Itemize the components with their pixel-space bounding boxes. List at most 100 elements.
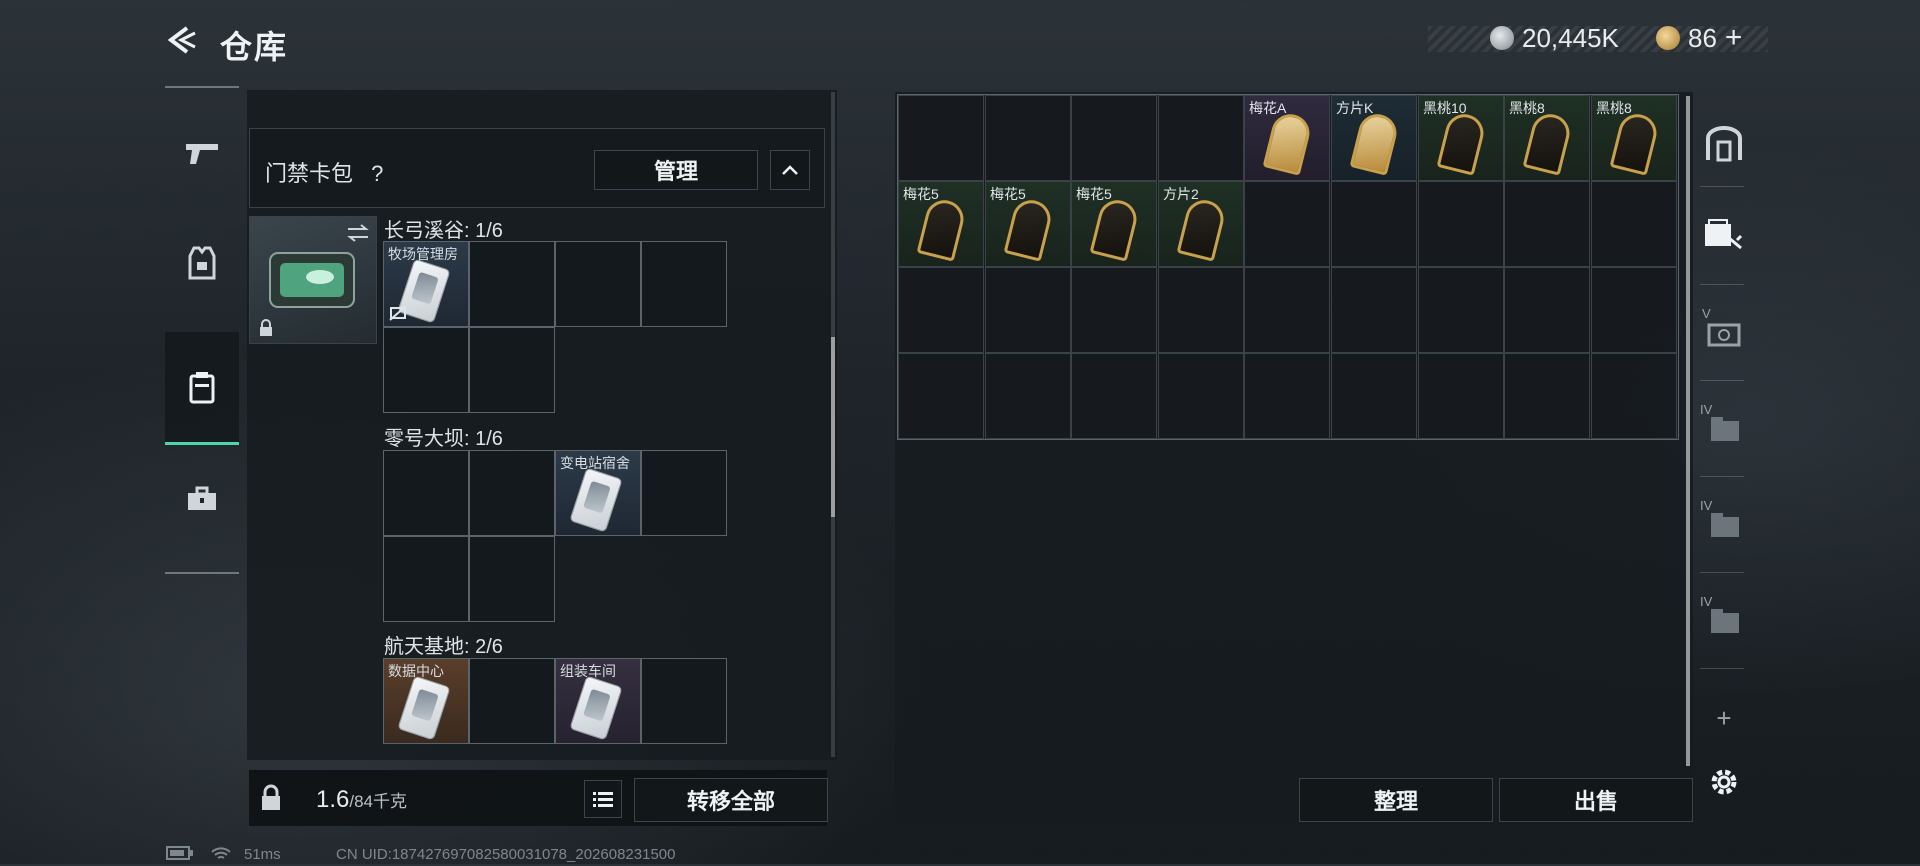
inventory-cell[interactable]: [1331, 353, 1417, 439]
inventory-cell[interactable]: [1418, 181, 1504, 267]
keycard-slot[interactable]: [555, 241, 641, 327]
inventory-cell[interactable]: [1504, 181, 1590, 267]
tab-keycards[interactable]: [165, 332, 239, 445]
inventory-item[interactable]: 黑桃10: [1418, 95, 1504, 181]
inventory-cell[interactable]: [898, 95, 984, 181]
currency-premium-value: 86: [1688, 22, 1717, 53]
inventory-cell[interactable]: [1591, 353, 1677, 439]
swap-icon[interactable]: [346, 223, 370, 243]
inventory-grid: 梅花A 方片K 黑桃10 黑桃8 黑桃8 梅花5 梅花5 梅花5 方片2: [897, 94, 1679, 440]
keycard-slot[interactable]: [641, 450, 727, 536]
keycard-slot[interactable]: [469, 327, 555, 413]
keycard-slot[interactable]: [641, 241, 727, 327]
inventory-cell[interactable]: [1331, 181, 1417, 267]
right-scrollbar[interactable]: [1686, 96, 1690, 766]
inventory-item[interactable]: 梅花A: [1244, 95, 1330, 181]
help-icon[interactable]: ?: [371, 161, 383, 186]
inventory-item[interactable]: 梅花5: [898, 181, 984, 267]
collapse-button[interactable]: [770, 150, 810, 190]
keycard-slot[interactable]: 组装车间: [555, 658, 641, 744]
sort-button[interactable]: 整理: [1299, 778, 1493, 822]
inventory-cell[interactable]: [1244, 267, 1330, 353]
playing-card-key-icon: [1262, 110, 1314, 176]
inventory-cell[interactable]: [1418, 353, 1504, 439]
left-scrollbar[interactable]: [831, 92, 835, 757]
wifi-icon: [210, 846, 232, 866]
item-name: 梅花5: [990, 186, 1026, 202]
map-label-2: 零号大坝: 1/6: [384, 428, 503, 450]
inventory-cell[interactable]: [898, 353, 984, 439]
item-name: 方片K: [1336, 100, 1374, 116]
keycard-slot[interactable]: [383, 450, 469, 536]
rail-level-iv-2[interactable]: IV: [1700, 494, 1748, 554]
inventory-item[interactable]: 梅花5: [1071, 181, 1157, 267]
uid-readout: CN UID:187427697082580031078_20260823150…: [336, 846, 676, 863]
keycard-slot[interactable]: [383, 536, 469, 622]
inventory-cell[interactable]: [985, 95, 1071, 181]
inventory-cell[interactable]: [898, 267, 984, 353]
tab-weapons[interactable]: [165, 98, 239, 208]
inventory-cell[interactable]: [1071, 267, 1157, 353]
inventory-cell[interactable]: [1591, 267, 1677, 353]
inventory-cell[interactable]: [1158, 267, 1244, 353]
rail-add-button[interactable]: +: [1700, 688, 1748, 748]
gear-icon: [1711, 769, 1737, 795]
list-view-button[interactable]: [584, 780, 622, 818]
inventory-item[interactable]: 黑桃8: [1504, 95, 1590, 181]
keycard-bag-item[interactable]: [249, 216, 377, 344]
inventory-cell[interactable]: [1591, 181, 1677, 267]
rail-level-v[interactable]: V: [1700, 302, 1748, 362]
inventory-item[interactable]: 黑桃8: [1591, 95, 1677, 181]
inventory-cell[interactable]: [1071, 95, 1157, 181]
playing-card-key-icon: [1522, 110, 1574, 176]
item-name: 梅花A: [1249, 100, 1287, 116]
inventory-item[interactable]: 方片K: [1331, 95, 1417, 181]
back-button[interactable]: [160, 20, 204, 60]
currency-main[interactable]: 20,445K: [1490, 20, 1619, 56]
inventory-cell[interactable]: [1158, 353, 1244, 439]
tab-armor[interactable]: [165, 208, 239, 318]
inventory-cell[interactable]: [1504, 353, 1590, 439]
rail-keycard-box[interactable]: [1700, 206, 1748, 266]
inventory-cell[interactable]: [1331, 267, 1417, 353]
keycard-icon: [570, 676, 622, 740]
keycard-slot[interactable]: 牧场管理房: [383, 241, 469, 327]
currency-main-value: 20,445K: [1522, 22, 1619, 53]
keycard-slot[interactable]: [469, 450, 555, 536]
keycard-slot[interactable]: [641, 658, 727, 744]
transfer-all-button[interactable]: 转移全部: [634, 778, 828, 822]
manage-button[interactable]: 管理: [594, 150, 758, 190]
keycard-slot[interactable]: [469, 536, 555, 622]
inventory-cell[interactable]: [1158, 95, 1244, 181]
keycard-slot[interactable]: [469, 241, 555, 327]
rail-level-iv-3[interactable]: IV: [1700, 590, 1748, 650]
keycard-slot[interactable]: [469, 658, 555, 744]
sell-button[interactable]: 出售: [1499, 778, 1693, 822]
keycard-slot[interactable]: 数据中心: [383, 658, 469, 744]
inventory-cell[interactable]: [1244, 353, 1330, 439]
rail-safe-box[interactable]: [1700, 114, 1748, 174]
inventory-cell[interactable]: [1244, 181, 1330, 267]
inventory-item[interactable]: 梅花5: [985, 181, 1071, 267]
inventory-cell[interactable]: [985, 267, 1071, 353]
inventory-cell[interactable]: [985, 353, 1071, 439]
add-currency-button[interactable]: +: [1725, 21, 1743, 55]
keycard-icon: [570, 468, 622, 532]
level-iv-icon: IV: [1700, 402, 1713, 417]
settings-button[interactable]: [1700, 752, 1748, 812]
list-icon: [593, 792, 613, 807]
inventory-cell[interactable]: [1071, 353, 1157, 439]
keycard-slot[interactable]: [383, 327, 469, 413]
folder-icon: [1711, 609, 1739, 633]
tab-toolbox[interactable]: [165, 444, 239, 554]
keycard-icon: [398, 676, 450, 740]
currency-premium[interactable]: 86 +: [1656, 20, 1742, 56]
inventory-item[interactable]: 方片2: [1158, 181, 1244, 267]
inventory-cell[interactable]: [1504, 267, 1590, 353]
bag-lock-button[interactable]: [249, 772, 293, 824]
keycard-box-icon: [1705, 219, 1743, 250]
keycard-slot[interactable]: 变电站宿舍: [555, 450, 641, 536]
gun-icon: [186, 144, 218, 164]
inventory-cell[interactable]: [1418, 267, 1504, 353]
rail-level-iv-1[interactable]: IV: [1700, 398, 1748, 458]
